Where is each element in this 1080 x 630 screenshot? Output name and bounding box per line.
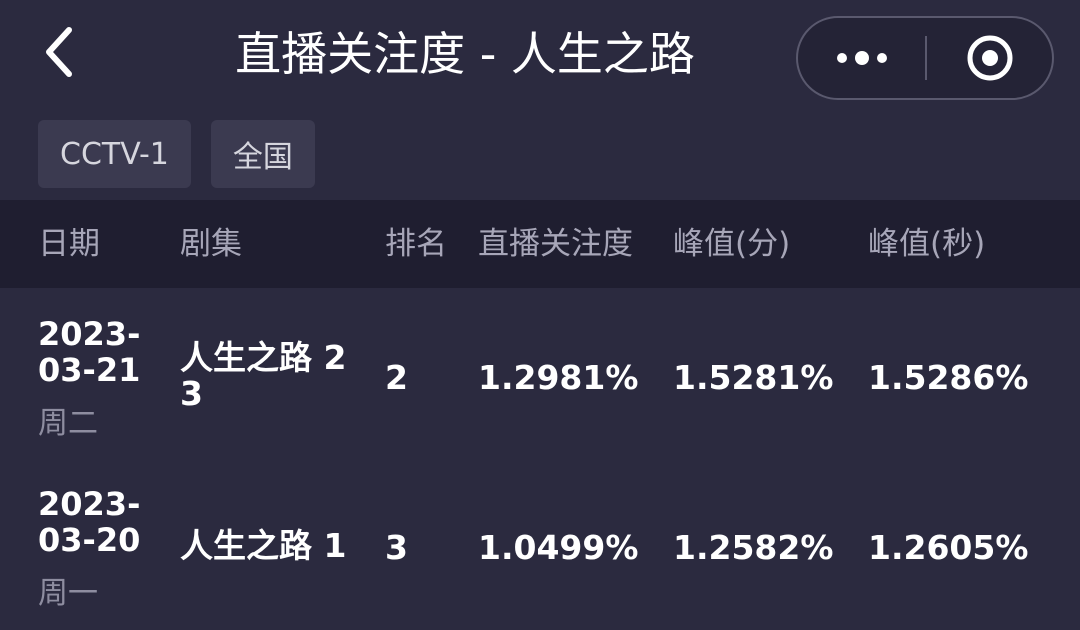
page-title: 直播关注度 - 人生之路 (235, 27, 695, 81)
close-mini-program-button[interactable] (928, 18, 1052, 98)
row-peak-min: 1.5281% (673, 358, 834, 397)
filter-chips: CCTV-1 全国 (38, 120, 315, 188)
row-peak-sec: 1.5286% (868, 358, 1029, 397)
more-dots-icon (837, 51, 887, 65)
row-weekday: 周一 (38, 576, 98, 611)
row-rank: 3 (385, 528, 408, 567)
row-episode: 人生之路 1 (180, 526, 347, 565)
row-attention: 1.2981% (478, 358, 639, 397)
chip-channel[interactable]: CCTV-1 (38, 120, 191, 188)
row-episode: 人生之路 23 (180, 338, 347, 413)
table-row[interactable]: 2023-03-21 周二 人生之路 23 2 1.2981% 1.5281% … (0, 290, 1080, 460)
row-date: 2023-03-21 (38, 315, 141, 389)
back-button[interactable] (30, 22, 86, 82)
row-attention: 1.0499% (478, 528, 639, 567)
row-weekday: 周二 (38, 406, 98, 441)
chip-region[interactable]: 全国 (210, 120, 315, 188)
row-peak-min: 1.2582% (673, 528, 834, 567)
nav-bar: 直播关注度 - 人生之路 (0, 0, 1080, 112)
more-button[interactable] (798, 18, 926, 98)
column-header-peak-sec: 峰值(秒) (868, 226, 986, 262)
row-rank: 2 (385, 358, 408, 397)
mini-program-capsule (796, 16, 1054, 100)
row-peak-sec: 1.2605% (868, 528, 1029, 567)
chevron-left-icon (46, 27, 72, 77)
target-icon (967, 35, 1013, 81)
column-header-peak-min: 峰值(分) (673, 226, 791, 262)
column-header-attention: 直播关注度 (478, 226, 633, 262)
table-header: 日期 剧集 排名 直播关注度 峰值(分) 峰值(秒) (0, 200, 1080, 288)
row-date: 2023-03-20 (38, 485, 141, 559)
column-header-date: 日期 (38, 226, 100, 262)
column-header-rank: 排名 (385, 226, 447, 262)
capsule-divider (925, 36, 927, 80)
column-header-episode: 剧集 (180, 226, 242, 262)
table-row[interactable]: 2023-03-20 周一 人生之路 1 3 1.0499% 1.2582% 1… (0, 460, 1080, 630)
